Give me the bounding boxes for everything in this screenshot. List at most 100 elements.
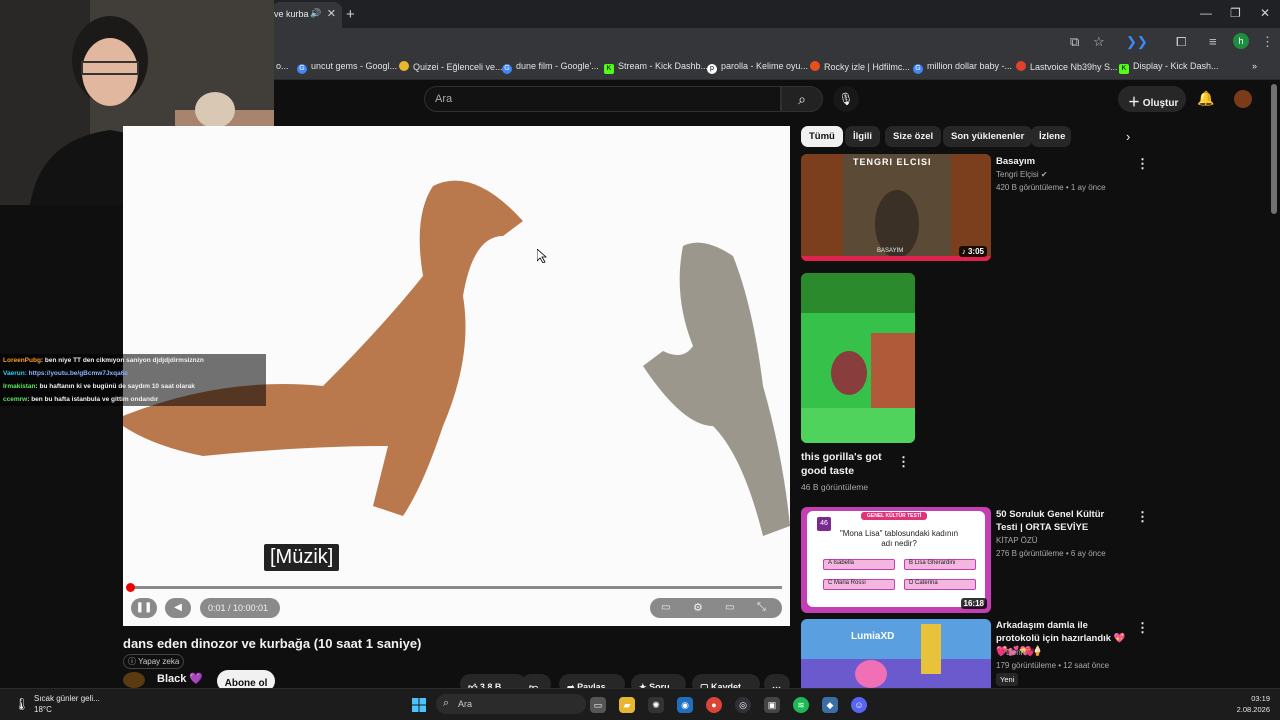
bookmark-item[interactable]: Gdune film - Google'... xyxy=(502,61,599,74)
thermometer-icon: 🌡 xyxy=(14,697,30,711)
media-control-icon[interactable]: ≡ xyxy=(1209,34,1217,49)
more-vertical-icon[interactable]: ⋮ xyxy=(1136,156,1149,172)
bookmark-label: Stream - Kick Dashb... xyxy=(618,61,709,71)
channel-avatar[interactable] xyxy=(123,672,145,688)
edge-like-icon[interactable]: ◉ xyxy=(677,697,693,713)
bookmark-partial[interactable]: o... xyxy=(276,61,289,71)
bookmark-item[interactable]: Gmillion dollar baby -... xyxy=(913,61,1012,74)
bookmark-item[interactable]: Rocky izle | Hdfilmc... xyxy=(810,61,910,72)
more-bookmarks-icon[interactable]: » xyxy=(1252,61,1257,71)
chat-user: Irmakistan xyxy=(3,383,36,390)
ai-label-badge[interactable]: ⓘ Yapay zeka xyxy=(123,654,185,669)
recommendation-thumbnail[interactable] xyxy=(801,273,915,443)
hdfilm-icon xyxy=(810,61,820,71)
bookmark-label: dune film - Google'... xyxy=(516,61,599,71)
chip-all[interactable]: Tümü xyxy=(801,126,843,147)
window-close-icon[interactable]: ✕ xyxy=(1260,6,1270,20)
page-scrollbar[interactable] xyxy=(1271,84,1277,214)
recommendation-thumbnail[interactable]: LumiaXD xyxy=(801,619,991,688)
bookmark-item[interactable]: K Stream - Kick Dashb... xyxy=(604,61,708,74)
close-tab-icon[interactable]: ✕ xyxy=(327,7,336,20)
account-avatar[interactable] xyxy=(1234,90,1252,108)
duration-badge: 16:18 xyxy=(960,598,987,609)
file-explorer-icon[interactable]: ▰ xyxy=(619,697,635,713)
recommendation-meta: 420 B görüntüleme • 1 ay önce xyxy=(996,183,1106,192)
chat-text: : ben bu hafta istanbula ve gittim ondan… xyxy=(27,396,159,403)
recommendation-channel[interactable]: Tengri Elçisi ✔ xyxy=(996,169,1048,181)
thumbnail-image xyxy=(801,273,915,443)
minimize-icon[interactable]: — xyxy=(1200,6,1212,20)
chip-related[interactable]: İlgili xyxy=(845,126,880,147)
search-button[interactable]: ⌕ xyxy=(781,86,823,112)
menu-icon[interactable]: ⋮ xyxy=(1261,34,1274,50)
weather-widget[interactable]: Sıcak günler geli... 18°C xyxy=(34,693,100,715)
recommendation-thumbnail[interactable]: 46 GENEL KÜLTÜR TESTİ "Mona Lisa" tablos… xyxy=(801,507,991,613)
bookmark-item[interactable]: K Display - Kick Dash... xyxy=(1119,61,1219,74)
taskbar-search-input[interactable]: ⌕ Ara xyxy=(436,694,586,714)
player-controls-right: ▭ ⚙ ▭ ⤡ xyxy=(650,598,782,618)
video-subtitle: [Müzik] xyxy=(264,544,340,571)
chip-for-you[interactable]: Size özel xyxy=(885,126,942,147)
bookmark-label: parolla - Kelime oyu... xyxy=(721,61,809,71)
subtitles-icon[interactable]: ▭ xyxy=(661,602,670,613)
more-vertical-icon[interactable]: ⋮ xyxy=(897,454,910,470)
chevron-right-icon[interactable]: › xyxy=(1126,129,1130,144)
recommendation-title[interactable]: this gorilla's got good taste xyxy=(801,450,891,478)
windows-start-icon[interactable] xyxy=(411,697,427,713)
task-view-icon[interactable]: ▭ xyxy=(590,697,606,713)
kick-icon: K xyxy=(604,64,614,74)
recommendation-thumbnail[interactable]: TENGRI ELCISI BASAYIM ♪ 3:05 xyxy=(801,154,991,261)
speaker-icon: 🔊 xyxy=(310,8,322,18)
install-icon[interactable]: ⧉ xyxy=(1070,34,1079,50)
discord-icon[interactable]: ☺ xyxy=(851,697,867,713)
obs-icon[interactable]: ◎ xyxy=(735,697,751,713)
puzzle-icon[interactable]: ⧠ xyxy=(1176,34,1186,50)
info-icon: ⓘ xyxy=(128,657,136,666)
recommendation-channel[interactable]: 💗Derin💗 xyxy=(996,647,1035,659)
shorts-icon: ♪ xyxy=(961,247,966,256)
app-icon-2[interactable]: ◆ xyxy=(822,697,838,713)
recommendation-channel[interactable]: KİTAP ÖZÜ xyxy=(996,535,1038,547)
verified-icon: ✔ xyxy=(1040,170,1048,179)
more-vertical-icon[interactable]: ⋮ xyxy=(1136,620,1149,636)
extension-icon[interactable]: ❯❯ xyxy=(1126,34,1148,50)
chat-text: : https://youtu.be/gBcmw7Jxqa6c xyxy=(24,370,128,377)
browser-tab[interactable]: ve kurba 🔊 ✕ xyxy=(272,2,342,28)
microphone-icon: 🎙 xyxy=(838,92,854,106)
volume-button[interactable]: ◀ xyxy=(165,598,191,618)
chrome-icon[interactable]: ● xyxy=(706,697,722,713)
channel-name[interactable]: Black 💜 xyxy=(157,672,203,685)
bookmark-item[interactable]: Lastvoice Nb39hy S... xyxy=(1016,61,1118,72)
chip-watched[interactable]: İzlene xyxy=(1031,126,1071,147)
search-input[interactable]: Ara xyxy=(424,86,781,112)
create-button[interactable]: ＋ Oluştur xyxy=(1118,86,1186,112)
clock-time: 03:19 xyxy=(1251,694,1270,703)
progress-bar[interactable] xyxy=(130,586,782,589)
more-vertical-icon[interactable]: ⋮ xyxy=(1136,509,1149,525)
profile-avatar[interactable]: h xyxy=(1233,33,1249,49)
taskbar-clock[interactable]: 03:19 2.08.2026 xyxy=(1228,693,1270,715)
theater-mode-icon[interactable]: ▭ xyxy=(725,602,734,613)
recommendation-title[interactable]: 50 Soruluk Genel Kültür Testi | ORTA SEV… xyxy=(996,508,1128,534)
notifications-bell-icon[interactable]: 🔔 xyxy=(1197,90,1214,107)
progress-scrubber[interactable] xyxy=(126,583,135,592)
settings-gear-icon[interactable]: ⚙ xyxy=(693,601,703,614)
chip-recent-uploads[interactable]: Son yüklenenler xyxy=(943,126,1033,147)
fullscreen-icon[interactable]: ⤡ xyxy=(757,601,766,614)
chat-user: LoreenPubg xyxy=(3,357,41,364)
recommendation-title[interactable]: Basayım xyxy=(996,155,1126,168)
bookmark-item[interactable]: Quizei - Eğlenceli ve... xyxy=(399,61,503,72)
google-icon: G xyxy=(913,64,923,74)
restore-icon[interactable]: ❐ xyxy=(1230,6,1241,20)
bookmark-item[interactable]: p parolla - Kelime oyu... xyxy=(707,61,808,74)
search-icon: ⌕ xyxy=(443,697,450,709)
new-tab-button[interactable]: + xyxy=(346,6,355,23)
chatgpt-icon[interactable]: ✺ xyxy=(648,697,664,713)
star-icon[interactable]: ☆ xyxy=(1093,34,1105,50)
app-icon[interactable]: ▣ xyxy=(764,697,780,713)
voice-search-button[interactable]: 🎙 xyxy=(833,86,859,112)
bookmark-item[interactable]: Guncut gems - Googl... xyxy=(297,61,397,74)
pause-button[interactable]: ❚❚ xyxy=(131,598,157,618)
spotify-icon[interactable]: ≋ xyxy=(793,697,809,713)
quiz-option: C Maria Rossi xyxy=(823,579,895,590)
